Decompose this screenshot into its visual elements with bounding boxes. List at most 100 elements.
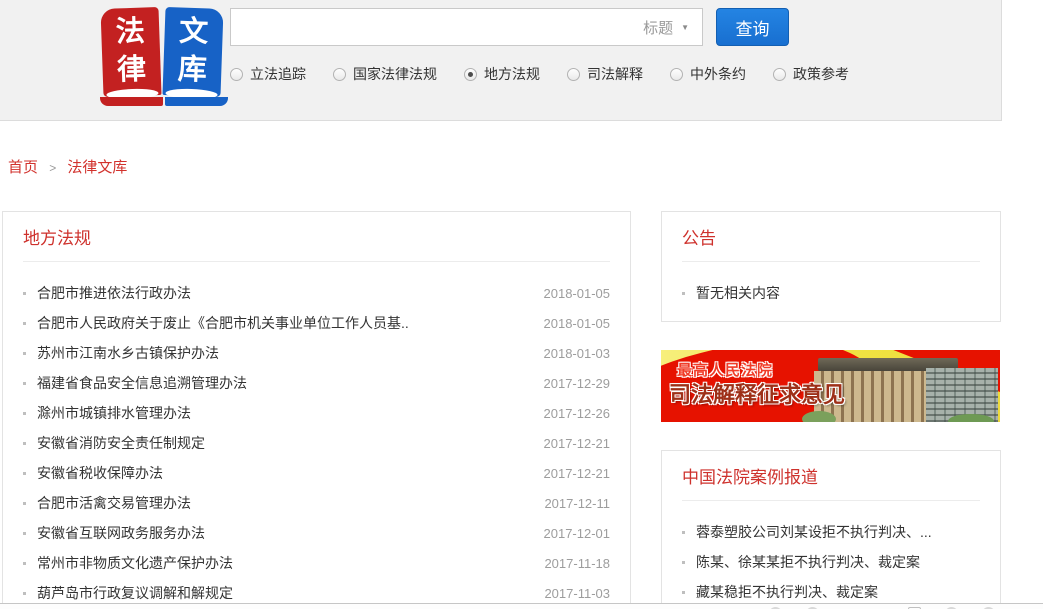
- radio-立法追踪[interactable]: 立法追踪: [230, 64, 306, 84]
- law-title-link[interactable]: 福建省食品安全信息追溯管理办法: [37, 373, 247, 393]
- site-logo[interactable]: 法 律 文 库: [100, 6, 230, 114]
- law-item: 合肥市活禽交易管理办法 2017-12-11: [3, 488, 630, 518]
- case-title-link[interactable]: 蓉泰塑胶公司刘某设拒不执行判决、...: [696, 522, 932, 542]
- radio-地方法规[interactable]: 地方法规: [464, 64, 540, 84]
- law-date: 2018-01-03: [532, 346, 611, 361]
- law-title-link[interactable]: 滁州市城镇排水管理办法: [37, 403, 191, 423]
- radio-icon[interactable]: [464, 68, 477, 81]
- site-header: 法 律 文 库 标题 ▼ 查询 立法追踪 国家法律法规 地方法规 司法解释 中外条约 政策…: [0, 0, 1002, 121]
- radio-label: 司法解释: [587, 64, 643, 84]
- radio-label: 中外条约: [690, 64, 746, 84]
- radio-icon[interactable]: [670, 68, 683, 81]
- bullet-icon: [23, 502, 26, 505]
- logo-right-page: 文 库: [162, 7, 223, 97]
- breadcrumb-current-link[interactable]: 法律文库: [67, 159, 127, 176]
- case-list: 蓉泰塑胶公司刘某设拒不执行判决、... 陈某、徐某某拒不执行判决、裁定案藏某稳拒不…: [662, 517, 1000, 607]
- notice-empty-item: 暂无相关内容: [662, 278, 1000, 308]
- search-button[interactable]: 查询: [716, 8, 789, 46]
- law-title-link[interactable]: 合肥市推进依法行政办法: [37, 283, 191, 303]
- breadcrumb-home-link[interactable]: 首页: [8, 159, 38, 176]
- law-title-link[interactable]: 安徽省互联网政务服务办法: [37, 523, 205, 543]
- law-date: 2017-12-21: [532, 436, 611, 451]
- search-field-value: 标题: [643, 17, 673, 38]
- law-date: 2018-01-05: [532, 286, 611, 301]
- law-date: 2017-12-29: [532, 376, 611, 391]
- case-title-link[interactable]: 陈某、徐某某拒不执行判决、裁定案: [696, 552, 920, 572]
- logo-base-left: [100, 97, 163, 106]
- law-title-link[interactable]: 安徽省消防安全责任制规定: [37, 433, 205, 453]
- radio-中外条约[interactable]: 中外条约: [670, 64, 746, 84]
- local-regulations-panel: 地方法规 合肥市推进依法行政办法 2018-01-05 合肥市人民政府关于废止《合肥…: [2, 211, 631, 609]
- divider: [682, 500, 980, 501]
- panel-title-cases: 中国法院案例报道: [662, 451, 1000, 488]
- bullet-icon: [682, 591, 685, 594]
- law-item: 福建省食品安全信息追溯管理办法 2017-12-29: [3, 368, 630, 398]
- bottom-toolbar: ▶抢前排◉会员直播热热点资讯⇩下载▦: [0, 603, 1043, 609]
- bullet-icon: [23, 472, 26, 475]
- chevron-down-icon: ▼: [681, 23, 689, 32]
- logo-char: 律: [116, 51, 146, 90]
- divider: [682, 261, 980, 262]
- bullet-icon: [23, 562, 26, 565]
- logo-char: 文: [178, 14, 208, 53]
- case-item: 陈某、徐某某拒不执行判决、裁定案: [662, 547, 1000, 577]
- radio-国家法律法规[interactable]: 国家法律法规: [333, 64, 437, 84]
- law-title-link[interactable]: 苏州市江南水乡古镇保护办法: [37, 343, 219, 363]
- category-radio-group: 立法追踪 国家法律法规 地方法规 司法解释 中外条约 政策参考: [230, 64, 849, 84]
- law-item: 合肥市人民政府关于废止《合肥市机关事业单位工作人员基..2018-01-05: [3, 308, 630, 338]
- page: 法 律 文 库 标题 ▼ 查询 立法追踪国家法律法规地方法规司法解释中外条约政策…: [0, 0, 1043, 609]
- law-date: 2017-12-26: [532, 406, 611, 421]
- law-title-link[interactable]: 葫芦岛市行政复议调解和解规定: [37, 583, 233, 603]
- law-list: 合肥市推进依法行政办法 2018-01-05 合肥市人民政府关于废止《合肥市机关事业…: [3, 278, 630, 608]
- breadcrumb: 首页 > 法律文库: [8, 156, 127, 177]
- court-cases-panel: 中国法院案例报道 蓉泰塑胶公司刘某设拒不执行判决、... 陈某、徐某某拒不执行判决…: [661, 450, 1001, 609]
- court-opinion-banner[interactable]: 最高人民法院 司法解释征求意见: [661, 350, 1000, 422]
- panel-title-local-regulations: 地方法规: [3, 212, 630, 249]
- notice-panel: 公告 暂无相关内容: [661, 211, 1001, 322]
- radio-label: 国家法律法规: [353, 64, 437, 84]
- bullet-icon: [23, 442, 26, 445]
- law-date: 2017-12-01: [532, 526, 611, 541]
- bullet-icon: [23, 292, 26, 295]
- radio-icon[interactable]: [333, 68, 346, 81]
- law-item: 常州市非物质文化遗产保护办法 2017-11-18: [3, 548, 630, 578]
- law-title-link[interactable]: 合肥市活禽交易管理办法: [37, 493, 191, 513]
- radio-icon[interactable]: [773, 68, 786, 81]
- divider: [23, 261, 610, 262]
- radio-司法解释[interactable]: 司法解释: [567, 64, 643, 84]
- notice-list: 暂无相关内容: [662, 278, 1000, 308]
- banner-line2: 司法解释征求意见: [669, 377, 845, 409]
- logo-char: 法: [115, 14, 145, 53]
- bullet-icon: [23, 412, 26, 415]
- logo-left-page: 法 律: [100, 7, 161, 97]
- bullet-icon: [682, 561, 685, 564]
- logo-char: 库: [177, 51, 207, 90]
- radio-icon[interactable]: [567, 68, 580, 81]
- search-field-dropdown[interactable]: 标题 ▼: [630, 9, 702, 45]
- law-title-link[interactable]: 常州市非物质文化遗产保护办法: [37, 553, 233, 573]
- law-title-link[interactable]: 安徽省税收保障办法: [37, 463, 163, 483]
- bullet-icon: [23, 322, 26, 325]
- radio-label: 立法追踪: [250, 64, 306, 84]
- law-date: 2017-12-11: [532, 496, 610, 511]
- search-input[interactable]: [231, 9, 630, 45]
- law-item: 合肥市推进依法行政办法 2018-01-05: [3, 278, 630, 308]
- case-title-link[interactable]: 藏某稳拒不执行判决、裁定案: [696, 582, 878, 602]
- law-title-link[interactable]: 合肥市人民政府关于废止《合肥市机关事业单位工作人员基..: [37, 313, 409, 333]
- law-item: 苏州市江南水乡古镇保护办法 2018-01-03: [3, 338, 630, 368]
- bullet-icon: [682, 531, 685, 534]
- law-date: 2017-12-21: [532, 466, 611, 481]
- bullet-icon: [23, 382, 26, 385]
- law-item: 安徽省税收保障办法 2017-12-21: [3, 458, 630, 488]
- logo-base-right: [165, 97, 228, 106]
- radio-label: 地方法规: [484, 64, 540, 84]
- law-item: 安徽省互联网政务服务办法 2017-12-01: [3, 518, 630, 548]
- case-item: 蓉泰塑胶公司刘某设拒不执行判决、...: [662, 517, 1000, 547]
- bullet-icon: [682, 292, 685, 295]
- panel-title-notice: 公告: [662, 212, 1000, 249]
- radio-政策参考[interactable]: 政策参考: [773, 64, 849, 84]
- law-date: 2017-11-18: [532, 556, 610, 571]
- breadcrumb-separator: >: [49, 161, 56, 175]
- law-item: 滁州市城镇排水管理办法 2017-12-26: [3, 398, 630, 428]
- radio-icon[interactable]: [230, 68, 243, 81]
